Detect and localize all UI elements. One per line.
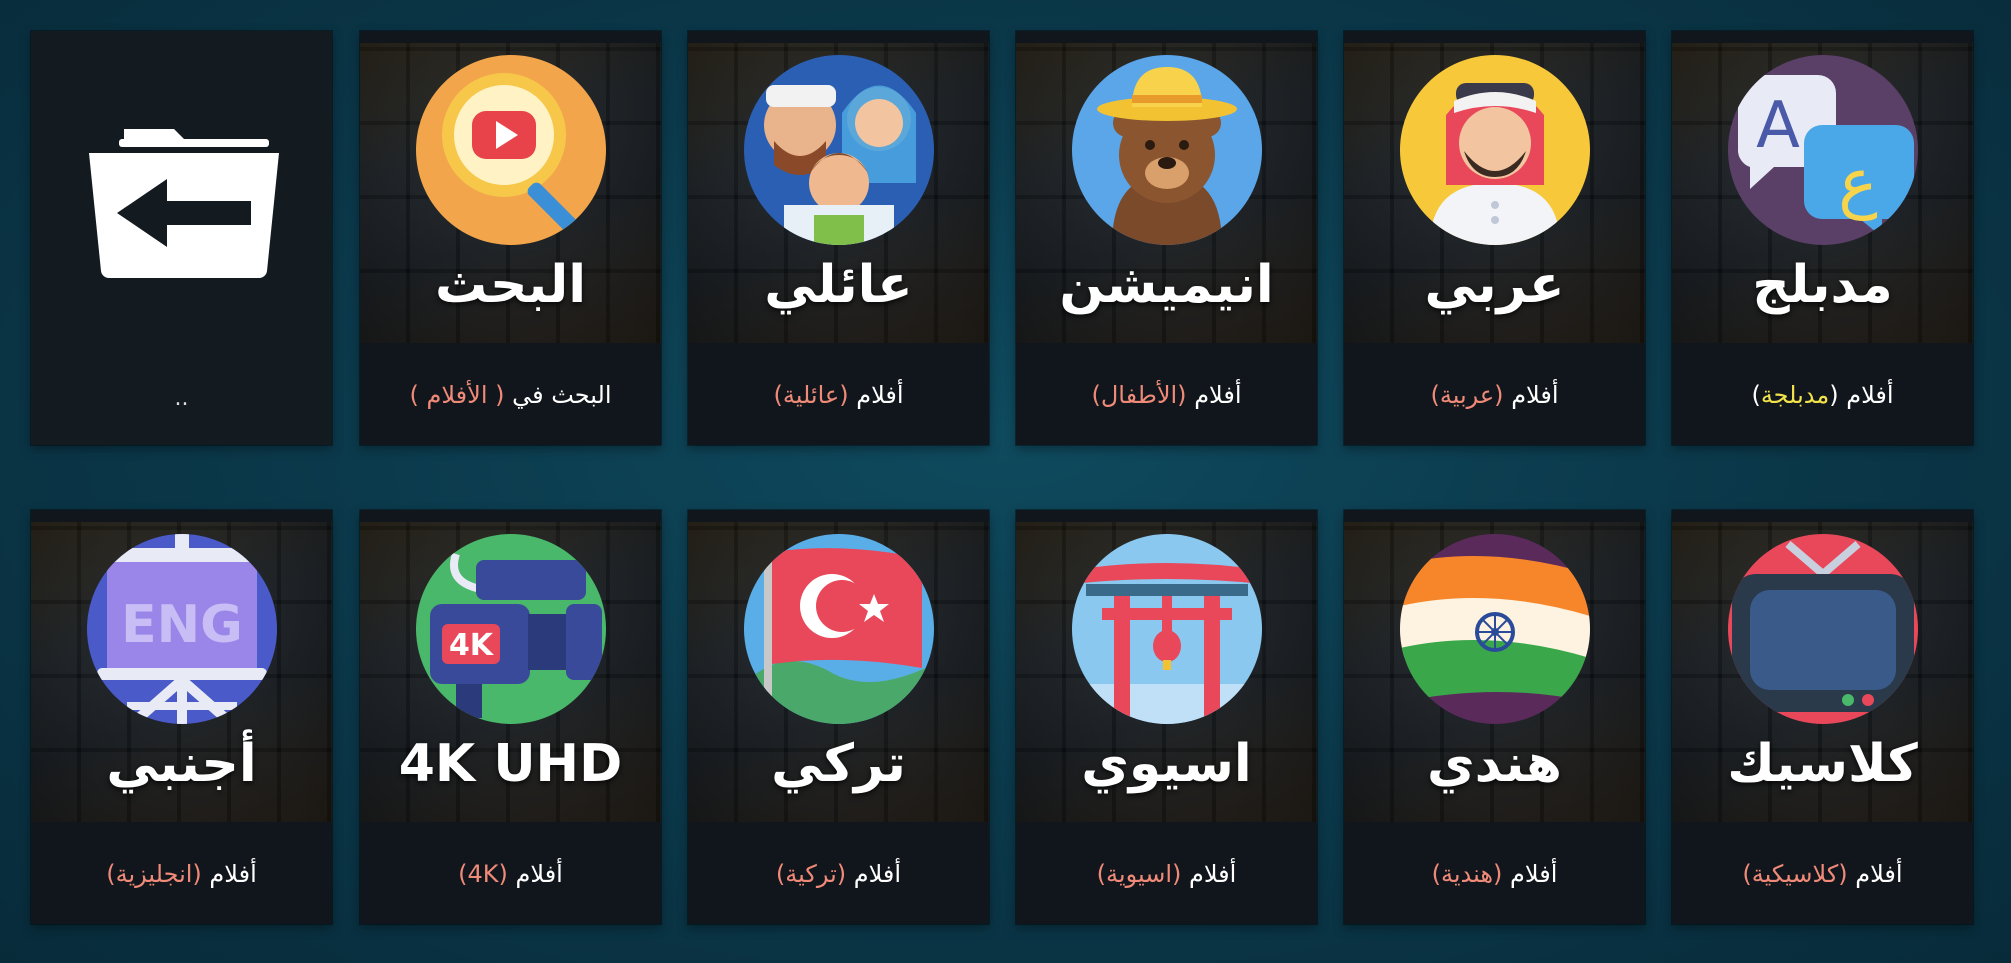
tile-caption: البحث في ( الأفلام ): [409, 381, 612, 409]
folder-back-icon: [79, 121, 289, 281]
tile-title: أجنبي: [106, 734, 257, 794]
tile-animation[interactable]: انيميشن أفلام (الأطفال): [1016, 31, 1317, 445]
youtube-search-icon: [415, 55, 606, 245]
tile-title: عربي: [1424, 255, 1565, 315]
tile-turkish[interactable]: تركي أفلام (تركية): [688, 510, 989, 924]
svg-text:4K: 4K: [448, 628, 494, 663]
svg-text:A: A: [1756, 89, 1800, 163]
tile-title: تركي: [771, 734, 906, 794]
tile-title: كلاسيك: [1727, 734, 1918, 794]
retro-tv-icon: [1727, 534, 1918, 724]
tile-title: 4K UHD: [398, 734, 623, 794]
tile-title: انيميشن: [1059, 255, 1274, 315]
tile-asian[interactable]: اسيوي أفلام (اسيوية): [1016, 510, 1317, 924]
arab-man-icon: [1399, 55, 1590, 245]
tile-caption: أفلام (تركية): [775, 860, 902, 888]
turkey-flag-icon: [743, 534, 934, 724]
tile-caption: أفلام (4K): [458, 860, 563, 888]
tile-foreign[interactable]: ENG أجنبي أفلام (انجليزية): [31, 510, 332, 924]
svg-text:ENG: ENG: [121, 595, 243, 655]
family-icon: [743, 55, 934, 245]
tile-family[interactable]: عائلي أفلام (عائلية): [688, 31, 989, 445]
tile-dubbed[interactable]: A ع مدبلج أفلام (مدبلجة): [1672, 31, 1973, 445]
bear-cowboy-icon: [1071, 55, 1262, 245]
tile-caption: أفلام (اسيوية): [1096, 860, 1237, 888]
tile-arabic[interactable]: عربي أفلام (عربية): [1344, 31, 1645, 445]
tile-caption: ..: [174, 386, 189, 411]
tile-caption: أفلام (مدبلجة): [1751, 381, 1894, 409]
tile-4k-uhd[interactable]: 4K 4K UHD أفلام (4K): [360, 510, 661, 924]
torii-gate-icon: [1071, 534, 1262, 724]
svg-text:ع: ع: [1838, 144, 1877, 221]
tile-title: البحث: [434, 255, 587, 315]
tile-caption: أفلام (الأطفال): [1091, 381, 1242, 409]
tile-parent-folder[interactable]: ..: [31, 31, 332, 445]
tile-caption: أفلام (هندية): [1431, 860, 1558, 888]
english-board-icon: ENG: [86, 534, 277, 724]
language-bubbles-icon: A ع: [1727, 55, 1918, 245]
media-grid: .. البحث البحث في ( الأفلام ) عائلي أفلا…: [0, 0, 2011, 963]
tile-title: عائلي: [764, 255, 913, 315]
india-flag-icon: [1399, 534, 1590, 724]
4k-camera-icon: 4K: [415, 534, 606, 724]
tile-classic[interactable]: كلاسيك أفلام (كلاسيكية): [1672, 510, 1973, 924]
tile-title: مدبلج: [1752, 255, 1893, 315]
tile-caption: أفلام (انجليزية): [106, 860, 257, 888]
tile-indian[interactable]: هندي أفلام (هندية): [1344, 510, 1645, 924]
tile-search[interactable]: البحث البحث في ( الأفلام ): [360, 31, 661, 445]
tile-caption: أفلام (كلاسيكية): [1742, 860, 1903, 888]
tile-title: اسيوي: [1081, 734, 1252, 794]
tile-title: هندي: [1427, 734, 1562, 794]
tile-caption: أفلام (عربية): [1430, 381, 1559, 409]
tile-caption: أفلام (عائلية): [773, 381, 904, 409]
